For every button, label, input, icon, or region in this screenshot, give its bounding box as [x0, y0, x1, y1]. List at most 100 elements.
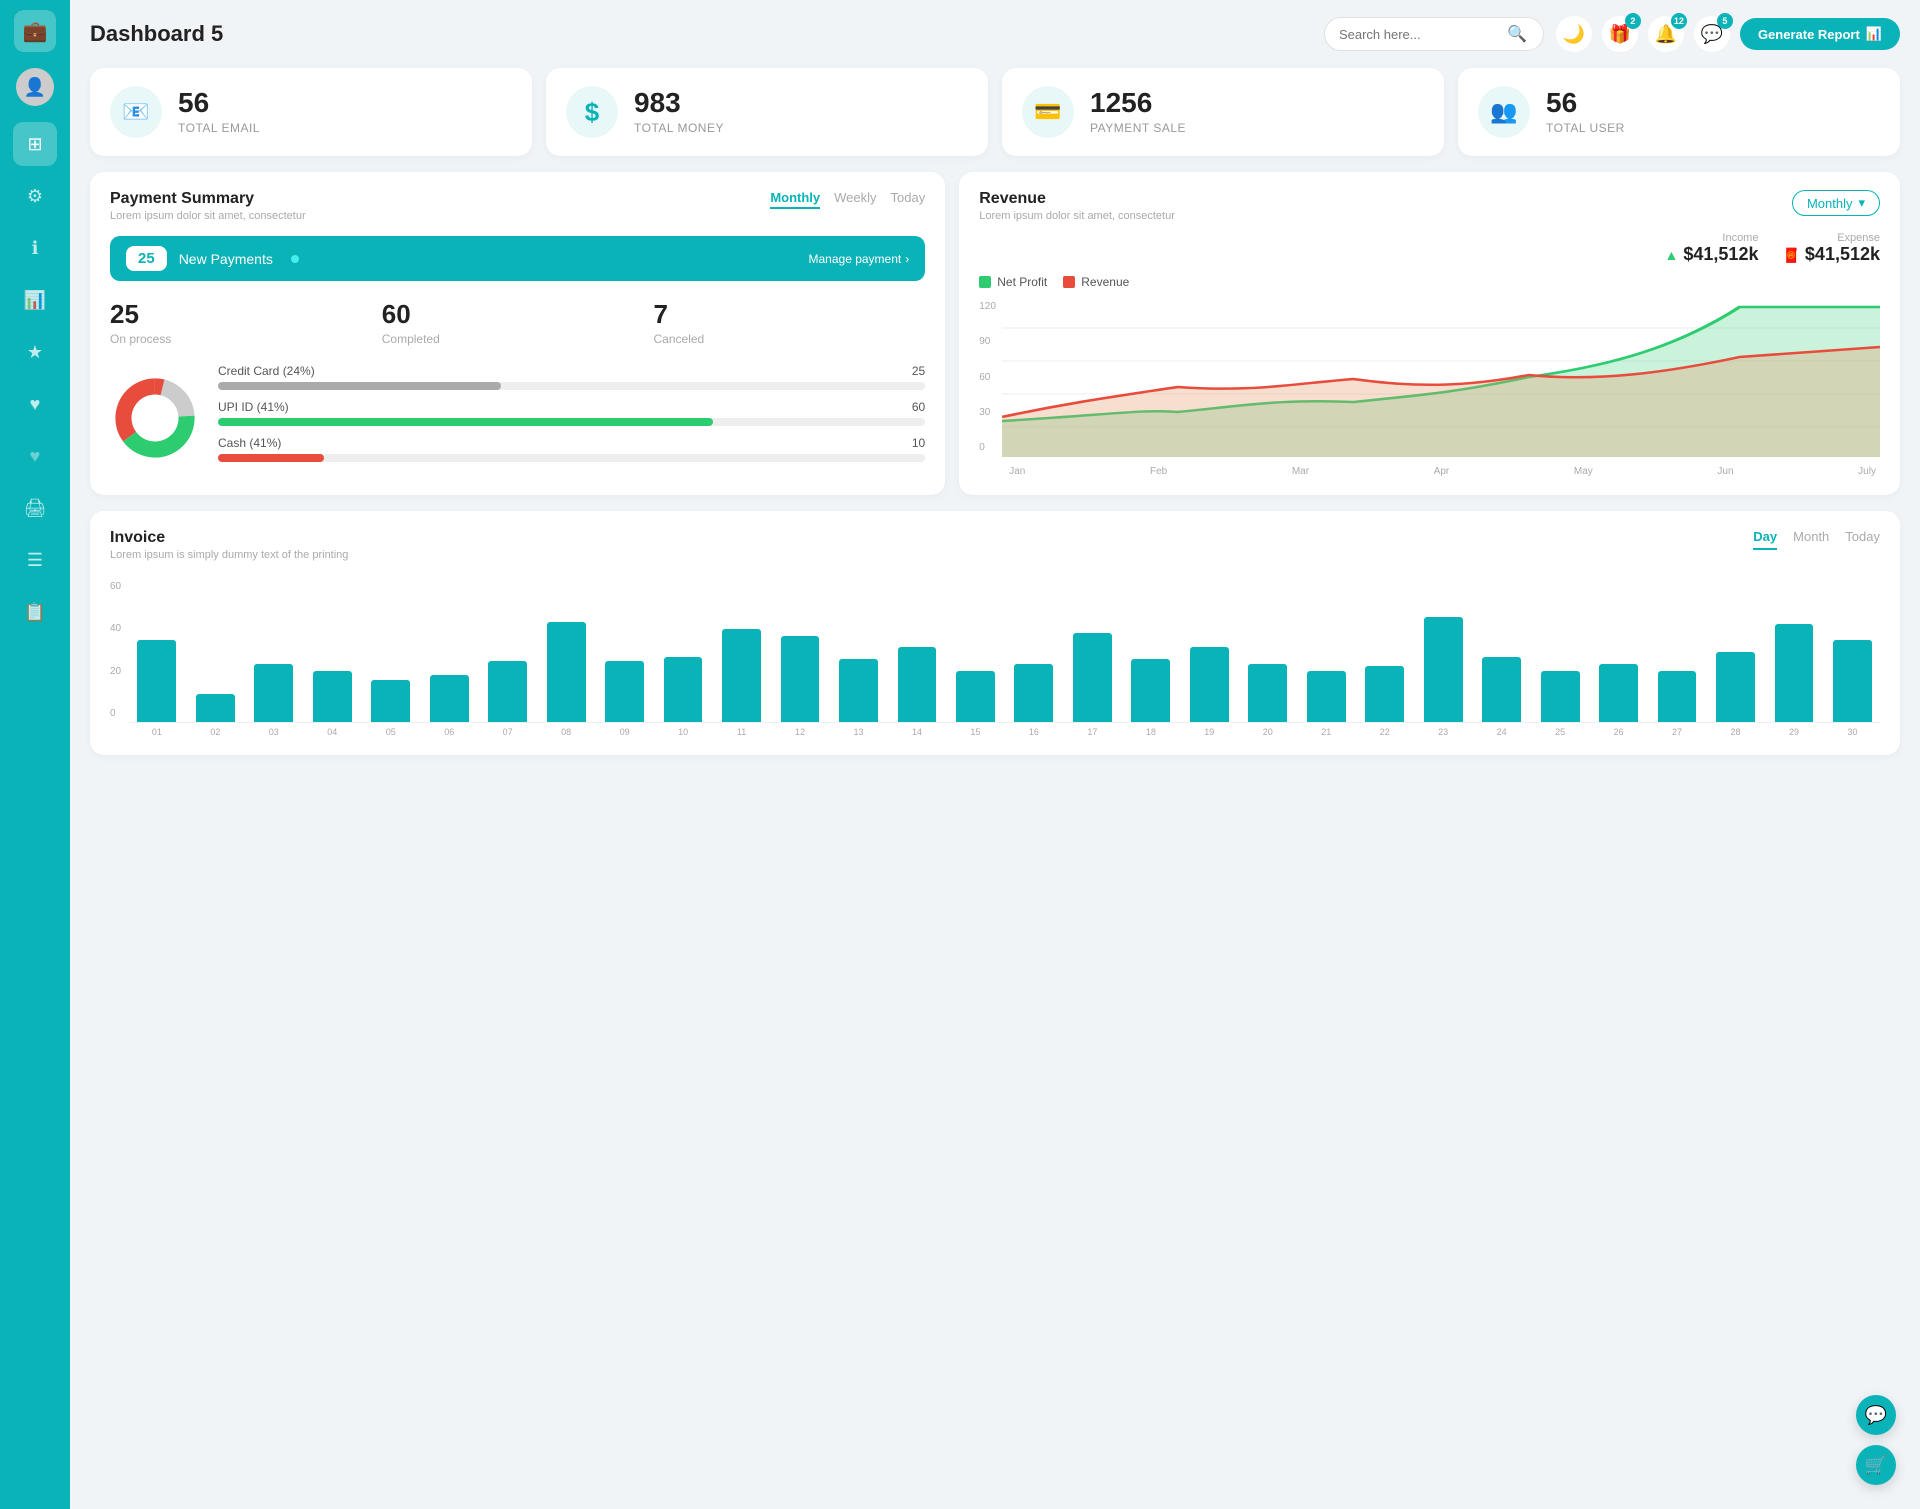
bar-label-25: 26	[1591, 727, 1646, 737]
trio-onprocess: 25 On process	[110, 299, 382, 346]
upi-bar-fill	[218, 418, 713, 426]
generate-report-button[interactable]: Generate Report 📊	[1740, 18, 1900, 50]
bar-17	[1131, 659, 1170, 722]
tab-today[interactable]: Today	[891, 190, 926, 209]
bell-btn[interactable]: 🔔 12	[1648, 16, 1684, 52]
money-label: TOTAL MONEY	[634, 121, 724, 135]
revenue-svg	[1002, 297, 1880, 457]
email-label: TOTAL EMAIL	[178, 121, 260, 135]
expense-value: 🧧 $41,512k	[1782, 244, 1880, 265]
user-avatar[interactable]: 👤	[16, 68, 54, 106]
bar-col-3	[305, 671, 360, 722]
credit-card-bar-fill	[218, 382, 501, 390]
chat-btn[interactable]: 💬 5	[1694, 16, 1730, 52]
income-label: Income	[1665, 232, 1759, 244]
invoice-bars	[129, 577, 1880, 723]
bar-8	[605, 661, 644, 722]
bell-badge: 12	[1671, 13, 1687, 29]
credit-card-bar-bg	[218, 382, 925, 390]
revenue-y-axis: 0306090120	[979, 297, 1002, 457]
stat-card-payment: 💳 1256 PAYMENT SALE	[1002, 68, 1444, 156]
stats-row: 📧 56 TOTAL EMAIL $ 983 TOTAL MONEY 💳 125…	[90, 68, 1900, 156]
donut-chart	[110, 373, 200, 463]
dark-mode-btn[interactable]: 🌙	[1556, 16, 1592, 52]
trio-canceled: 7 Canceled	[654, 299, 926, 346]
revenue-monthly-dropdown[interactable]: Monthly ▾	[1792, 190, 1880, 216]
bar-label-13: 14	[889, 727, 944, 737]
bar-16	[1073, 633, 1112, 722]
bar-col-7	[538, 622, 593, 722]
invoice-tab-month[interactable]: Month	[1793, 529, 1829, 550]
bar-26	[1658, 671, 1697, 722]
support-float-btn[interactable]: 💬	[1856, 1395, 1896, 1435]
bar-13	[898, 647, 937, 722]
sidebar-item-info[interactable]: ℹ	[13, 226, 57, 270]
bar-col-2	[246, 664, 301, 722]
bar-label-14: 15	[948, 727, 1003, 737]
manage-payment-link[interactable]: Manage payment ›	[809, 252, 910, 266]
float-buttons: 💬 🛒	[1856, 1395, 1896, 1485]
sidebar-item-heart1[interactable]: ♥	[13, 382, 57, 426]
sidebar-logo[interactable]: 💼	[14, 10, 56, 52]
sidebar-item-heart2[interactable]: ♥	[13, 434, 57, 478]
legend-net-profit: Net Profit	[979, 275, 1047, 289]
revenue-card: Revenue Lorem ipsum dolor sit amet, cons…	[959, 172, 1900, 495]
search-input[interactable]	[1339, 27, 1499, 42]
stat-info-user: 56 TOTAL USER	[1546, 89, 1625, 135]
sidebar-item-settings[interactable]: ⚙	[13, 174, 57, 218]
bar-10	[722, 629, 761, 722]
search-icon[interactable]: 🔍	[1507, 24, 1527, 44]
cart-float-btn[interactable]: 🛒	[1856, 1445, 1896, 1485]
sidebar-item-print[interactable]: 🖨	[13, 486, 57, 530]
canceled-label: Canceled	[654, 332, 926, 346]
tab-monthly[interactable]: Monthly	[770, 190, 820, 209]
invoice-header: Invoice Lorem ipsum is simply dummy text…	[110, 529, 1880, 561]
bar-4	[371, 680, 410, 722]
bar-label-19: 20	[1240, 727, 1295, 737]
bar-label-11: 12	[772, 727, 827, 737]
money-icon: $	[566, 86, 618, 138]
bar-col-28	[1766, 624, 1821, 722]
upi-bar-bg	[218, 418, 925, 426]
bar-col-13	[889, 647, 944, 722]
bar-label-16: 17	[1065, 727, 1120, 737]
header-icons: 🌙 🎁 2 🔔 12 💬 5 Generate Report 📊	[1556, 16, 1900, 52]
stat-info-money: 983 TOTAL MONEY	[634, 89, 724, 135]
sidebar-item-chart[interactable]: 📊	[13, 278, 57, 322]
invoice-tab-day[interactable]: Day	[1753, 529, 1777, 550]
sidebar-item-dashboard[interactable]: ⊞	[13, 122, 57, 166]
revenue-legend: Net Profit Revenue	[979, 275, 1880, 289]
tab-weekly[interactable]: Weekly	[834, 190, 876, 209]
sidebar-item-docs[interactable]: 📋	[13, 590, 57, 634]
sidebar-item-star[interactable]: ★	[13, 330, 57, 374]
credit-card-count: 25	[912, 364, 925, 378]
bar-col-18	[1182, 647, 1237, 722]
revenue-dot	[1063, 276, 1075, 288]
revenue-x-labels: JanFebMarAprMayJunJuly	[979, 466, 1880, 477]
bar-27	[1716, 652, 1755, 722]
invoice-tab-today[interactable]: Today	[1845, 529, 1880, 550]
cash-label: Cash (41%)	[218, 436, 281, 450]
completed-label: Completed	[382, 332, 654, 346]
main-content: Dashboard 5 🔍 🌙 🎁 2 🔔 12 💬 5 Generate Re…	[70, 0, 1920, 1509]
onprocess-label: On process	[110, 332, 382, 346]
invoice-card: Invoice Lorem ipsum is simply dummy text…	[90, 511, 1900, 755]
bar-label-6: 07	[480, 727, 535, 737]
net-profit-dot	[979, 276, 991, 288]
sidebar-item-list[interactable]: ☰	[13, 538, 57, 582]
search-box[interactable]: 🔍	[1324, 17, 1544, 51]
bar-15	[1014, 664, 1053, 722]
revenue-subtitle: Lorem ipsum dolor sit amet, consectetur	[979, 210, 1175, 222]
bar-col-5	[421, 675, 476, 722]
bar-label-29: 30	[1825, 727, 1880, 737]
bar-2	[254, 664, 293, 722]
bar-label-5: 06	[421, 727, 476, 737]
invoice-chart-container: 0204060 01020304050607080910111213141516…	[110, 577, 1880, 737]
bar-label-8: 09	[597, 727, 652, 737]
upi-count: 60	[912, 400, 925, 414]
page-title: Dashboard 5	[90, 21, 1312, 47]
bar-5	[430, 675, 469, 722]
bar-label-1: 02	[188, 727, 243, 737]
canceled-number: 7	[654, 299, 926, 330]
gift-btn[interactable]: 🎁 2	[1602, 16, 1638, 52]
